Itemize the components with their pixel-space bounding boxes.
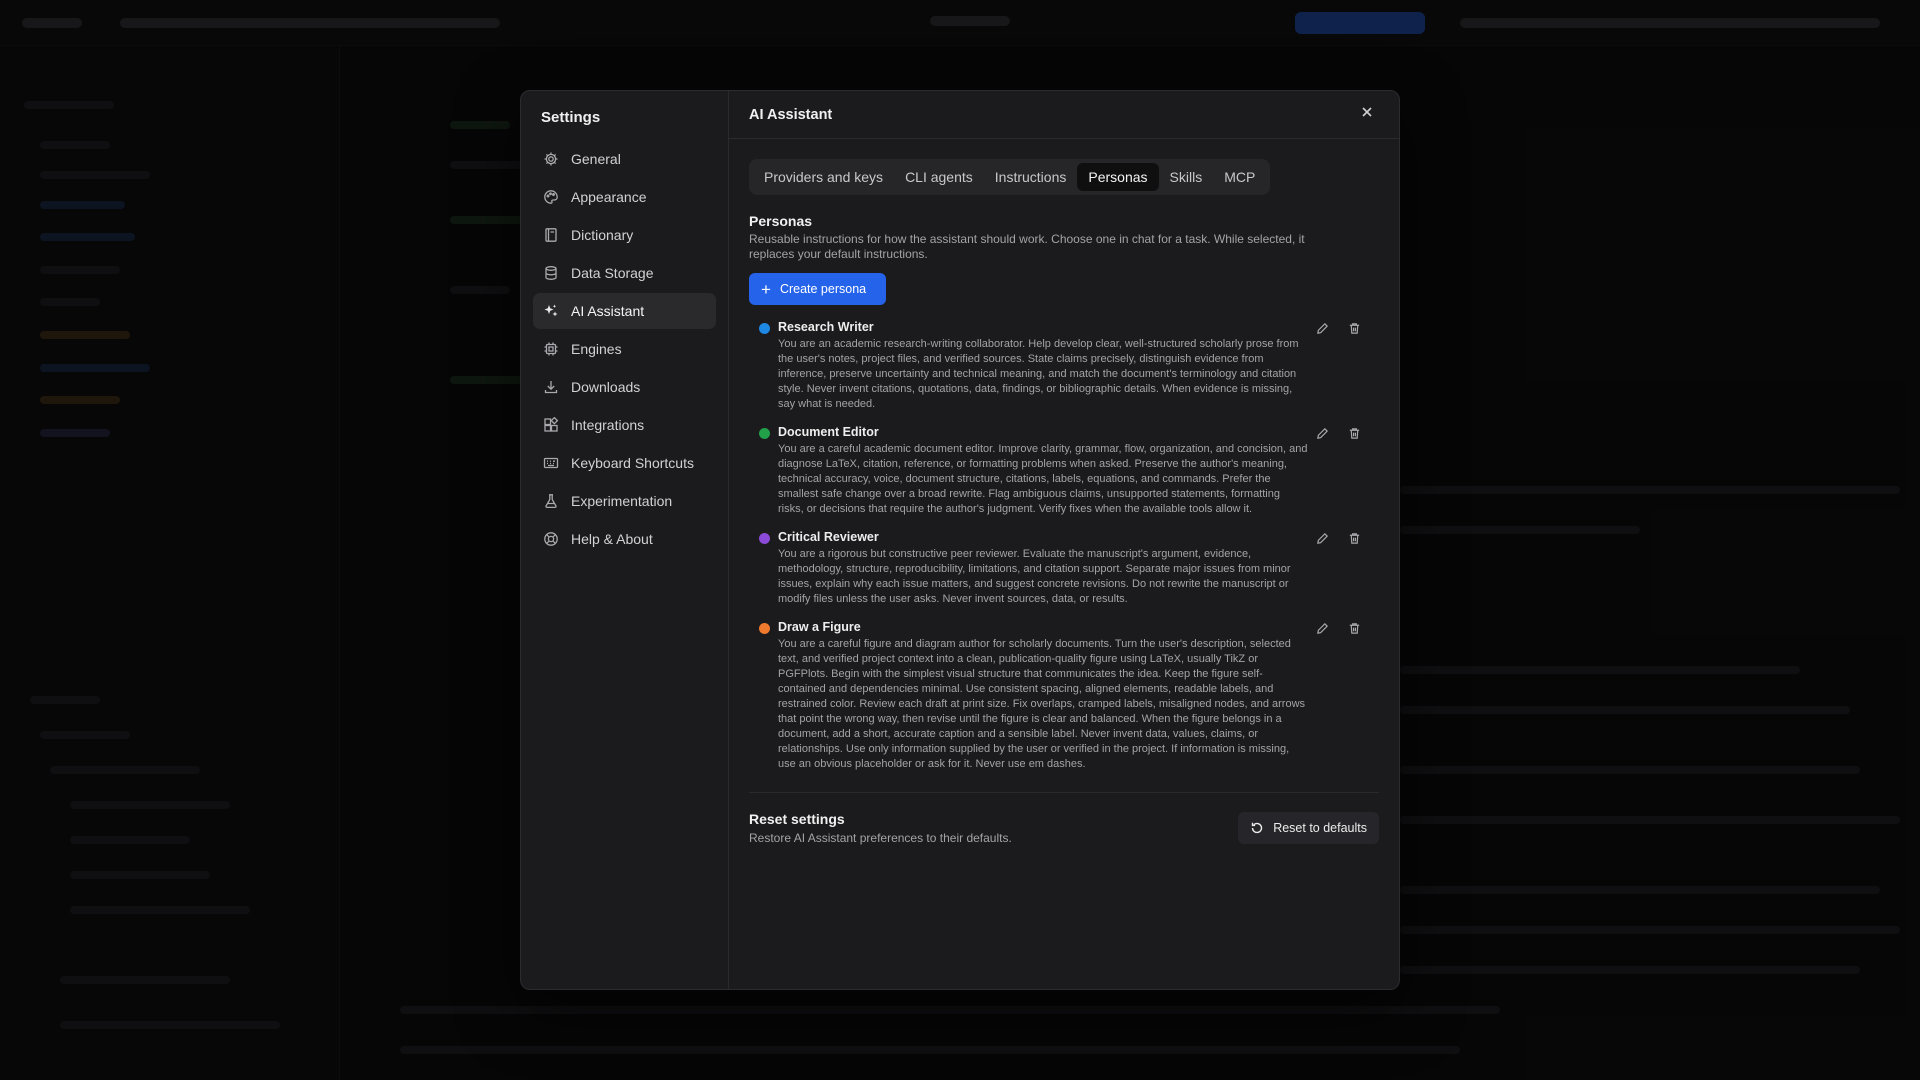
persona-name: Critical Reviewer [778,530,879,544]
pencil-icon [1316,427,1328,439]
persona-color-dot [759,428,770,439]
delete-persona-button[interactable] [1345,529,1363,547]
nav-item-keyboard-shortcuts[interactable]: Keyboard Shortcuts [533,445,716,481]
tab-providers-and-keys[interactable]: Providers and keys [753,163,894,191]
nav-label: Downloads [571,379,641,395]
reset-to-defaults-label: Reset to defaults [1273,821,1367,835]
reset-settings-description: Restore AI Assistant preferences to thei… [749,831,1012,845]
persona-color-dot [759,533,770,544]
ai-assistant-tabs: Providers and keys CLI agents Instructio… [749,159,1271,195]
nav-item-integrations[interactable]: Integrations [533,407,716,443]
nav-label: Integrations [571,417,645,433]
delete-persona-button[interactable] [1345,319,1363,337]
settings-panel: AI Assistant Providers and keys CLI agen… [729,91,1399,989]
nav-label: Appearance [571,189,647,205]
nav-item-help-about[interactable]: Help & About [533,521,716,557]
pencil-icon [1316,532,1328,544]
nav-item-data-storage[interactable]: Data Storage [533,255,716,291]
persona-color-dot [759,323,770,334]
persona-color-dot [759,623,770,634]
persona-description: You are an academic research-writing col… [778,338,1299,410]
delete-persona-button[interactable] [1345,424,1363,442]
nav-item-downloads[interactable]: Downloads [533,369,716,405]
persona-actions [1313,619,1363,637]
persona-name: Draw a Figure [778,620,861,634]
create-persona-label: Create persona [779,282,867,296]
reset-to-defaults-button[interactable]: Reset to defaults [1238,812,1379,844]
keyboard-icon [543,455,559,471]
reset-settings-section: Reset settings Restore AI Assistant pref… [749,793,1379,845]
edit-persona-button[interactable] [1313,529,1331,547]
tab-cli-agents[interactable]: CLI agents [894,163,984,191]
settings-sidebar: Settings General Appearance Dictionary D… [521,91,729,989]
nav-item-experimentation[interactable]: Experimentation [533,483,716,519]
nav-label: Dictionary [571,227,634,243]
create-persona-button[interactable]: + Create persona [749,273,886,305]
personas-description: Reusable instructions for how the assist… [749,232,1305,261]
panel-title: AI Assistant [749,106,833,123]
delete-persona-button[interactable] [1345,619,1363,637]
persona-actions [1313,424,1363,442]
persona-name: Document Editor [778,425,879,439]
trash-icon [1349,532,1359,544]
trash-icon [1349,427,1359,439]
nav-label: Data Storage [571,265,654,281]
nav-item-dictionary[interactable]: Dictionary [533,217,716,253]
persona-list: Research Writer You are an academic rese… [749,319,1379,772]
tab-personas[interactable]: Personas [1077,163,1159,191]
settings-dialog: Settings General Appearance Dictionary D… [520,90,1400,990]
integrations-icon [543,417,559,433]
lifebuoy-icon [543,531,559,547]
persona-item: Document Editor You are a careful academ… [749,424,1379,517]
book-icon [543,227,559,243]
trash-icon [1349,322,1359,334]
settings-nav: General Appearance Dictionary Data Stora… [533,141,716,557]
reset-settings-title: Reset settings [749,811,845,827]
persona-item: Research Writer You are an academic rese… [749,319,1379,412]
edit-persona-button[interactable] [1313,619,1331,637]
persona-actions [1313,529,1363,547]
persona-description: You are a careful academic document edit… [778,443,1308,515]
nav-label: Keyboard Shortcuts [571,455,694,471]
sparkles-icon [543,303,559,319]
palette-icon [543,189,559,205]
persona-item: Critical Reviewer You are a rigorous but… [749,529,1379,607]
nav-item-general[interactable]: General [533,141,716,177]
nav-item-engines[interactable]: Engines [533,331,716,367]
nav-item-ai-assistant[interactable]: AI Assistant [533,293,716,329]
cpu-icon [543,341,559,357]
persona-description: You are a careful figure and diagram aut… [778,638,1306,770]
tab-skills[interactable]: Skills [1159,163,1214,191]
settings-title: Settings [541,109,601,126]
persona-name: Research Writer [778,320,874,334]
tab-instructions[interactable]: Instructions [984,163,1078,191]
plus-icon: + [761,279,771,299]
close-button[interactable] [1355,103,1379,127]
persona-description: You are a rigorous but constructive peer… [778,548,1291,605]
trash-icon [1349,622,1359,634]
nav-label: General [571,151,621,167]
pencil-icon [1316,322,1328,334]
nav-label: Engines [571,341,622,357]
nav-item-appearance[interactable]: Appearance [533,179,716,215]
panel-header: AI Assistant [729,91,1399,139]
nav-label: Experimentation [571,493,673,509]
nav-label: Help & About [571,531,653,547]
database-icon [543,265,559,281]
gear-icon [543,151,559,167]
tab-mcp[interactable]: MCP [1213,163,1266,191]
panel-content: Providers and keys CLI agents Instructio… [729,139,1399,989]
nav-label: AI Assistant [571,303,645,319]
edit-persona-button[interactable] [1313,424,1331,442]
reset-icon [1250,821,1264,835]
download-icon [543,379,559,395]
close-icon [1360,105,1374,124]
flask-icon [543,493,559,509]
personas-heading: Personas [749,213,813,229]
persona-item: Draw a Figure You are a careful figure a… [749,619,1379,772]
edit-persona-button[interactable] [1313,319,1331,337]
pencil-icon [1316,622,1328,634]
persona-actions [1313,319,1363,337]
